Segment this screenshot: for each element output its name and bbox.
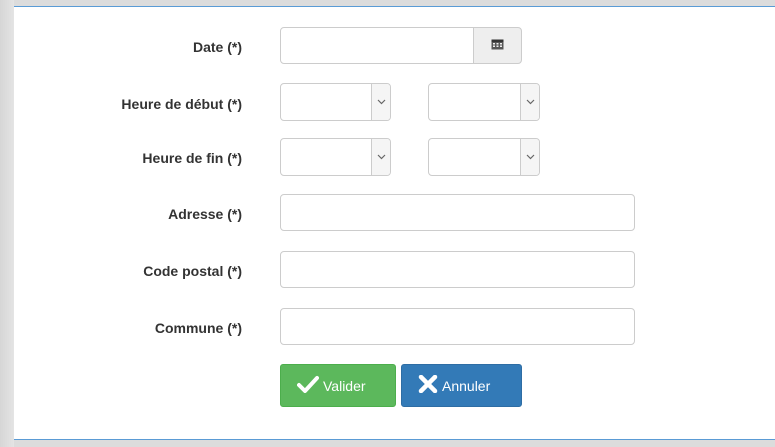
commune-input[interactable] (280, 308, 635, 345)
cancel-button[interactable]: Annuler (401, 364, 522, 407)
validate-label: Valider (323, 377, 366, 394)
start-minute-select[interactable] (428, 83, 540, 121)
cancel-label: Annuler (442, 377, 491, 394)
start-time-label: Heure de début (*) (121, 96, 242, 112)
calendar-icon (491, 37, 504, 55)
address-label: Adresse (*) (168, 206, 242, 222)
end-time-label: Heure de fin (*) (142, 150, 242, 166)
calendar-button[interactable] (473, 27, 522, 64)
checkmark-icon (297, 375, 323, 396)
end-hour-select[interactable] (280, 138, 391, 176)
commune-label: Commune (*) (154, 320, 242, 336)
chevron-down-icon (520, 84, 539, 120)
start-hour-select[interactable] (280, 83, 391, 121)
date-input[interactable] (280, 27, 474, 64)
postal-code-label: Code postal (*) (143, 263, 242, 279)
date-label: Date (*) (192, 39, 242, 55)
chevron-down-icon (371, 84, 390, 120)
end-minute-select[interactable] (428, 138, 540, 176)
chevron-down-icon (371, 139, 390, 175)
address-input[interactable] (280, 194, 635, 231)
postal-code-input[interactable] (280, 251, 635, 288)
cross-icon (418, 374, 442, 396)
validate-button[interactable]: Valider (280, 364, 396, 407)
chevron-down-icon (520, 139, 539, 175)
form-panel: Date (*) Heure de début (*) Heure de fin (14, 6, 775, 440)
left-shade (0, 0, 14, 447)
